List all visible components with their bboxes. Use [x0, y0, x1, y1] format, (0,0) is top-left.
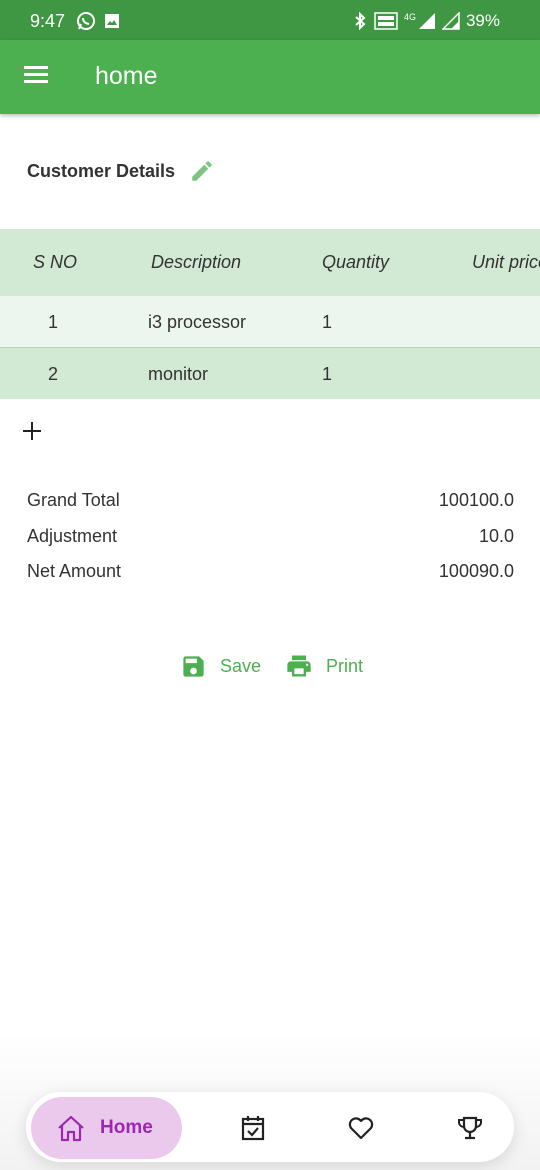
cell-quantity: 1: [322, 364, 333, 384]
status-system-icons: 4G 39%: [352, 11, 500, 31]
page-title: home: [95, 62, 158, 90]
app-bar: home: [0, 40, 540, 114]
signal-icon: [418, 13, 435, 29]
plus-icon[interactable]: [21, 420, 43, 442]
adjustment-row: Adjustment 10.0: [27, 526, 514, 562]
table-row[interactable]: 2 monitor 1: [0, 348, 540, 399]
table-header: S NO Description Quantity Unit price: [0, 229, 540, 296]
cell-description: monitor: [148, 364, 209, 384]
net-amount-label: Net Amount: [27, 561, 122, 581]
net-amount-row: Net Amount 100090.0: [27, 561, 514, 597]
grand-total-label: Grand Total: [27, 490, 120, 510]
grand-total-row: Grand Total 100100.0: [27, 490, 514, 526]
adjustment-label: Adjustment: [27, 525, 118, 546]
items-table: S NO Description Quantity Unit price 1 i…: [0, 229, 540, 399]
grand-total-value: 100100.0: [438, 490, 514, 510]
totals-section: Grand Total 100100.0 Adjustment 10.0 Net…: [27, 490, 514, 597]
adjustment-value[interactable]: 10.0: [479, 526, 514, 547]
save-label: Save: [220, 655, 262, 676]
volte-icon: [374, 12, 398, 30]
column-header-sno: S NO: [33, 252, 78, 272]
cell-quantity: 1: [322, 312, 333, 332]
net-amount-value: 100090.0: [438, 561, 514, 581]
cell-sno: 1: [48, 312, 59, 332]
print-label: Print: [326, 655, 364, 676]
bluetooth-icon: [355, 12, 366, 30]
heart-icon[interactable]: [347, 1114, 375, 1142]
status-bar: 9:47 4G 39%: [0, 0, 540, 40]
column-header-description: Description: [151, 252, 242, 272]
network-type-label: 4G: [403, 12, 416, 22]
image-icon: [105, 14, 119, 28]
hamburger-menu-icon[interactable]: [24, 66, 50, 88]
pencil-icon[interactable]: [189, 158, 215, 184]
printer-icon: [287, 655, 311, 677]
trophy-icon[interactable]: [456, 1114, 484, 1142]
signal-2-icon: [441, 12, 460, 30]
nav-home-label: Home: [100, 1117, 153, 1138]
save-icon: [183, 655, 204, 677]
table-row[interactable]: 1 i3 processor 1: [0, 296, 540, 348]
nav-home-tab[interactable]: Home: [31, 1097, 182, 1159]
customer-details-title: Customer Details: [27, 161, 176, 181]
print-button[interactable]: Print: [285, 652, 363, 680]
whatsapp-icon: [77, 12, 95, 30]
battery-percent: 39%: [465, 11, 500, 30]
status-notification-icons: [76, 11, 120, 31]
calendar-check-icon[interactable]: [239, 1114, 267, 1142]
save-button[interactable]: Save: [180, 653, 261, 680]
action-bar: Save Print: [180, 652, 363, 680]
column-header-quantity: Quantity: [322, 252, 390, 272]
cell-description: i3 processor: [148, 312, 247, 332]
column-header-unit-price: Unit price: [472, 252, 540, 272]
home-icon: [58, 1115, 84, 1142]
status-time: 9:47: [30, 11, 66, 31]
cell-sno: 2: [48, 364, 59, 384]
bottom-navigation: Home: [26, 1092, 514, 1162]
